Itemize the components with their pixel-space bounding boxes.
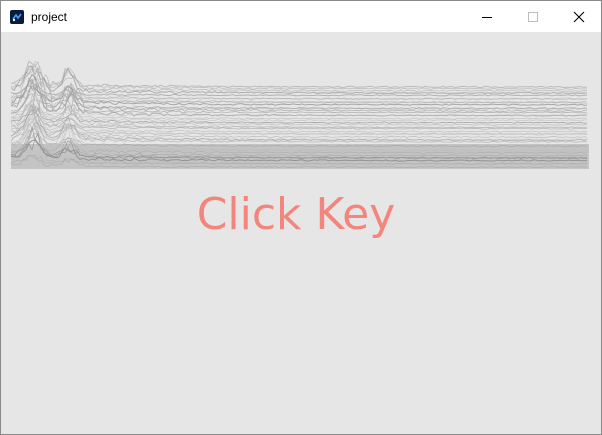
waveform-display (11, 60, 589, 169)
waveform-line (11, 65, 588, 90)
sketch-canvas[interactable]: Click Key (1, 32, 601, 434)
close-button[interactable] (556, 1, 601, 32)
window-title: project (31, 10, 68, 24)
app-icon (10, 10, 24, 24)
maximize-icon (528, 12, 538, 22)
waveform-line (11, 65, 588, 95)
close-icon (573, 11, 585, 23)
minimize-icon (482, 17, 492, 18)
waveform-line (11, 102, 588, 117)
waveform-line (11, 60, 588, 94)
click-key-prompt: Click Key (196, 189, 396, 240)
app-window: project Click Key (0, 0, 602, 435)
waveform-line (11, 60, 588, 89)
minimize-button[interactable] (464, 1, 510, 32)
maximize-button[interactable] (510, 1, 556, 32)
title-bar[interactable]: project (1, 1, 601, 32)
